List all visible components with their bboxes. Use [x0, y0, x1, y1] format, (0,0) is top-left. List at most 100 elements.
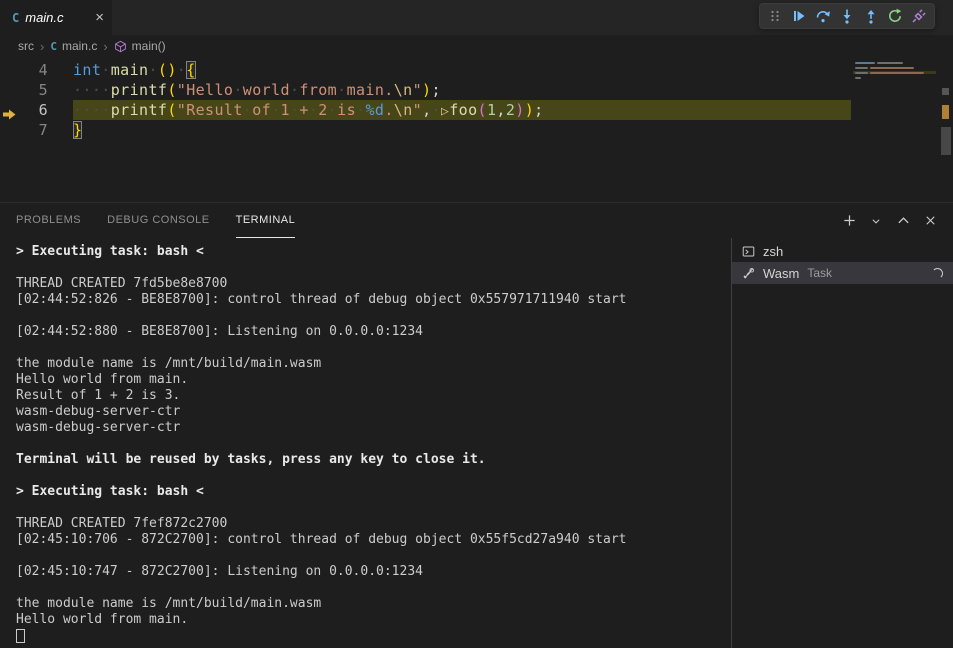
breadcrumb-item-main-[interactable]: main() — [114, 39, 166, 53]
close-panel-icon[interactable] — [921, 212, 939, 230]
minimap-line — [853, 76, 936, 79]
panel-tabs: PROBLEMS DEBUG CONSOLE TERMINAL — [16, 203, 321, 238]
terminal-line — [16, 468, 731, 484]
terminal-cursor — [16, 629, 25, 643]
terminal-line: [02:44:52:880 - BE8E8700]: Listening on … — [16, 324, 731, 340]
editor-gutter[interactable]: 7 — [0, 120, 73, 140]
terminal-line: Terminal will be reused by tasks, press … — [16, 452, 731, 468]
terminal-list: zsh Wasm Task — [732, 240, 953, 284]
overview-ruler — [939, 57, 953, 202]
terminal-line: [02:45:10:706 - 872C2700]: control threa… — [16, 532, 731, 548]
panel-tab-debug-console[interactable]: DEBUG CONSOLE — [107, 203, 209, 238]
breadcrumb-label: main() — [132, 39, 166, 53]
line-number: 4 — [0, 60, 48, 80]
breadcrumb: src › Cmain.c › main() — [0, 35, 953, 57]
code-line-5[interactable]: 5 ····printf("Hello·world·from·main.\n"); — [0, 80, 953, 100]
panel: PROBLEMS DEBUG CONSOLE TERMINAL > Executin… — [0, 202, 953, 647]
loading-spinner-icon — [932, 268, 943, 279]
line-number: 7 — [0, 120, 48, 140]
c-language-icon: C — [50, 40, 57, 53]
code-line-7[interactable]: 7} — [0, 120, 953, 140]
code-line-4[interactable]: 4 int·main·()·{ — [0, 60, 953, 80]
terminal-line: wasm-debug-server-ctr — [16, 420, 731, 436]
ruler-mark — [942, 88, 949, 95]
terminal-line: the module name is /mnt/build/main.wasm — [16, 356, 731, 372]
vscode-window: C main.c × src › Cmain.c › main() 4 int·main·… — [0, 0, 953, 647]
terminal-item-label: zsh — [763, 244, 783, 259]
code-content: ····printf("Hello·world·from·main.\n"); — [73, 80, 851, 100]
code-content: int·main·()·{ — [73, 60, 851, 80]
terminal-line: [02:44:52:826 - BE8E8700]: control threa… — [16, 292, 731, 308]
breadcrumb-item-main-c[interactable]: Cmain.c — [50, 39, 97, 53]
editor-tab-bar: C main.c × — [0, 0, 953, 35]
terminal-line: Hello world from main. — [16, 372, 731, 388]
debug-toolbar — [759, 3, 935, 29]
terminal-line — [16, 628, 731, 644]
minimap[interactable] — [850, 59, 939, 199]
tab-main-c[interactable]: C main.c × — [0, 0, 112, 35]
inline-debug-play-icon: ▷ — [441, 104, 449, 119]
terminal-line — [16, 580, 731, 596]
editor-gutter[interactable]: 4 — [0, 60, 73, 80]
editor-lines: 4 int·main·()·{ 5 ····printf("Hello·world·f… — [0, 60, 953, 140]
terminal-line: THREAD CREATED 7fef872c2700 — [16, 516, 731, 532]
breadcrumb-label: main.c — [62, 39, 97, 53]
chevron-right-icon: › — [103, 39, 107, 54]
continue-button[interactable] — [787, 4, 811, 28]
terminal-line — [16, 548, 731, 564]
tools-icon — [742, 267, 755, 280]
ruler-mark — [942, 105, 949, 119]
step-into-button[interactable] — [835, 4, 859, 28]
editor[interactable]: 4 int·main·()·{ 5 ····printf("Hello·world·f… — [0, 57, 953, 202]
tab-label: main.c — [25, 10, 63, 25]
code-content-debug-highlight: ····printf("Result·of·1·+·2·is·%d.\n",·▷… — [73, 100, 851, 120]
editor-gutter[interactable]: 5 — [0, 80, 73, 100]
minimap-line — [853, 71, 936, 74]
terminal-line: THREAD CREATED 7fd5be8e8700 — [16, 276, 731, 292]
panel-tab-terminal[interactable]: TERMINAL — [236, 203, 296, 238]
terminal-line — [16, 500, 731, 516]
code-line-6[interactable]: 6····printf("Result·of·1·+·2·is·%d.\n",·… — [0, 100, 953, 120]
terminal-line: > Executing task: bash < — [16, 484, 731, 500]
line-number: 5 — [0, 80, 48, 100]
terminal-line — [16, 308, 731, 324]
terminal-line: > Executing task: bash < — [16, 244, 731, 260]
minimap-line — [853, 66, 936, 69]
step-over-button[interactable] — [811, 4, 835, 28]
terminal-item-suffix: Task — [807, 266, 832, 280]
breadcrumb-label: src — [18, 39, 34, 53]
panel-actions — [840, 203, 939, 238]
breadcrumb-item-src[interactable]: src — [18, 39, 34, 53]
code-content: } — [73, 120, 851, 140]
terminal-line: the module name is /mnt/build/main.wasm — [16, 596, 731, 612]
scrollbar-thumb[interactable] — [941, 127, 951, 155]
terminal-list-item-zsh[interactable]: zsh — [732, 240, 953, 262]
terminal-line: wasm-debug-server-ctr — [16, 404, 731, 420]
step-out-button[interactable] — [859, 4, 883, 28]
terminal-output[interactable]: > Executing task: bash < THREAD CREATED … — [0, 238, 731, 648]
disconnect-button[interactable] — [907, 4, 931, 28]
panel-tab-problems[interactable]: PROBLEMS — [16, 203, 81, 238]
terminal-item-label: Wasm — [763, 266, 799, 281]
terminal-line: Hello world from main. — [16, 612, 731, 628]
editor-gutter[interactable]: 6 — [0, 100, 73, 120]
toolbar-drag-handle[interactable] — [763, 4, 787, 28]
terminal-list-item-wasm[interactable]: Wasm Task — [732, 262, 953, 284]
terminal-line — [16, 436, 731, 452]
chevron-right-icon: › — [40, 39, 44, 54]
panel-body: > Executing task: bash < THREAD CREATED … — [0, 238, 953, 648]
terminal-icon — [742, 245, 755, 258]
maximize-panel-button[interactable] — [894, 212, 912, 230]
c-language-icon: C — [12, 11, 19, 25]
new-terminal-button[interactable] — [840, 212, 858, 230]
minimap-line — [853, 61, 936, 64]
terminal-sidebar: zsh Wasm Task — [731, 238, 953, 648]
terminal-line: Result of 1 + 2 is 3. — [16, 388, 731, 404]
close-tab-icon[interactable]: × — [95, 10, 104, 25]
terminal-line: [02:45:10:747 - 872C2700]: Listening on … — [16, 564, 731, 580]
terminal-profile-dropdown-button[interactable] — [867, 212, 885, 230]
terminal-line — [16, 260, 731, 276]
panel-header: PROBLEMS DEBUG CONSOLE TERMINAL — [0, 203, 953, 238]
restart-button[interactable] — [883, 4, 907, 28]
symbol-method-icon — [114, 40, 127, 53]
